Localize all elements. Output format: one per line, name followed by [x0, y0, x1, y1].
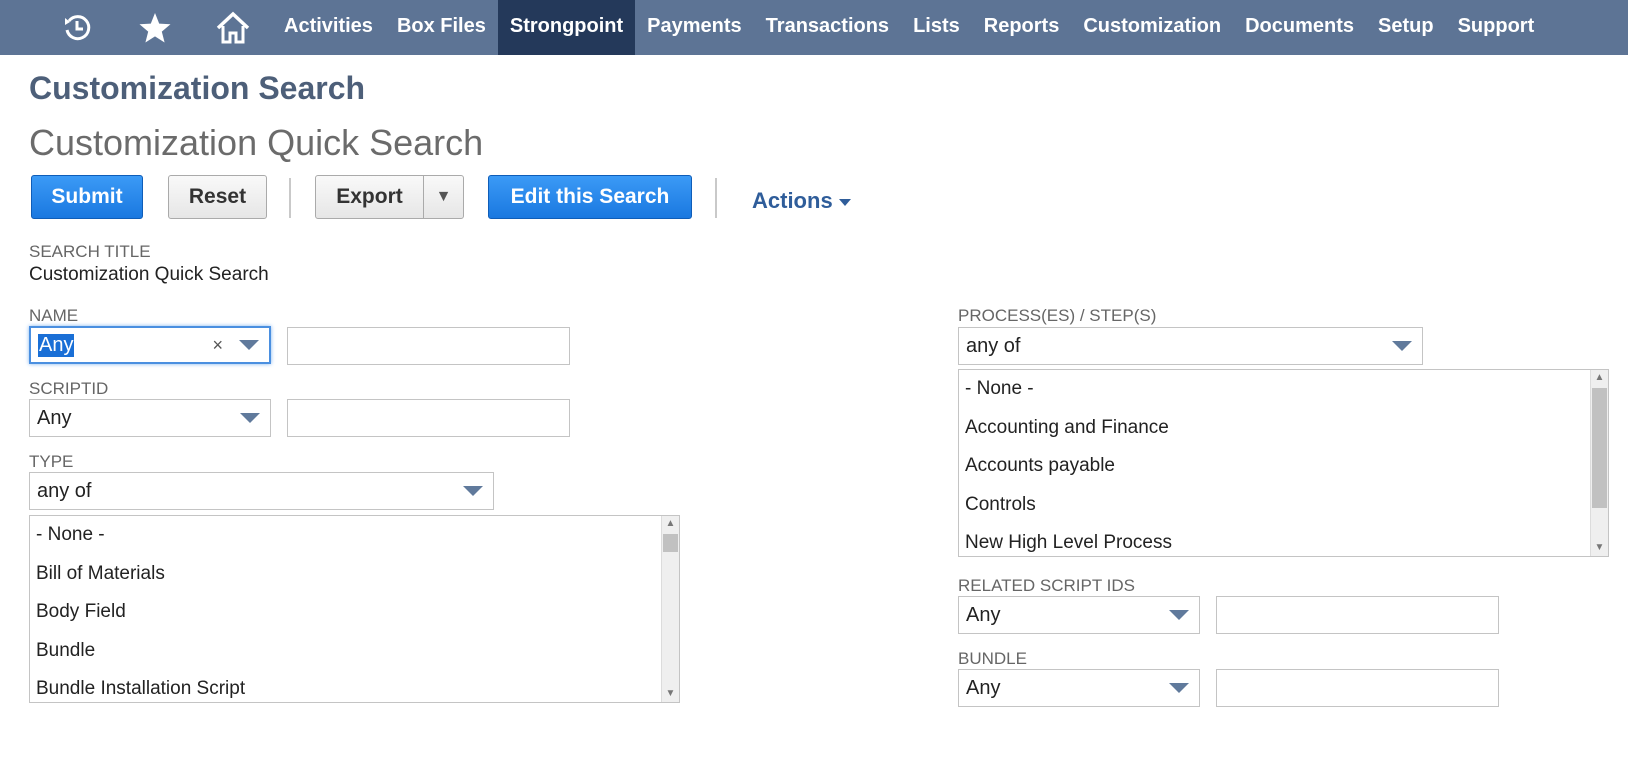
list-item[interactable]: Controls	[959, 486, 1608, 525]
type-scrollbar[interactable]: ▲ ▼	[661, 516, 679, 702]
scriptid-input[interactable]	[287, 399, 570, 437]
scroll-down-icon[interactable]: ▼	[1591, 540, 1608, 556]
export-button[interactable]: Export	[316, 176, 424, 218]
processes-listbox[interactable]: - None - Accounting and Finance Accounts…	[958, 369, 1609, 557]
chevron-down-icon	[1169, 683, 1189, 693]
chevron-down-icon	[1392, 341, 1412, 351]
chevron-down-icon	[239, 340, 259, 350]
scroll-thumb[interactable]	[1592, 388, 1607, 508]
search-title-label: SEARCH TITLE	[29, 242, 151, 261]
nav-box-files[interactable]: Box Files	[385, 0, 498, 55]
export-dropdown-icon[interactable]: ▼	[424, 176, 463, 218]
name-operator-select[interactable]: Any ×	[29, 326, 271, 364]
reset-button[interactable]: Reset	[168, 175, 267, 219]
related-script-ids-operator-select[interactable]: Any	[958, 596, 1200, 634]
scriptid-operator-select[interactable]: Any	[29, 399, 271, 437]
related-script-ids-input[interactable]	[1216, 596, 1499, 634]
name-input[interactable]	[287, 327, 570, 365]
scriptid-label: SCRIPTID	[29, 379, 109, 398]
submit-button[interactable]: Submit	[31, 175, 143, 219]
actions-menu[interactable]: Actions	[752, 188, 851, 214]
search-title-value: Customization Quick Search	[29, 264, 269, 285]
bundle-label: BUNDLE	[958, 649, 1027, 668]
list-item[interactable]: Accounts payable	[959, 447, 1608, 486]
nav-support[interactable]: Support	[1446, 0, 1547, 55]
scroll-down-icon[interactable]: ▼	[662, 686, 679, 702]
list-item[interactable]: Bundle	[30, 632, 679, 671]
toolbar-divider	[289, 178, 291, 218]
list-item[interactable]: - None -	[30, 516, 679, 555]
recent-icon[interactable]	[38, 0, 116, 55]
edit-search-button[interactable]: Edit this Search	[488, 175, 692, 219]
processes-operator-value: any of	[966, 334, 1021, 357]
type-operator-value: any of	[37, 479, 92, 502]
search-subtitle: Customization Quick Search	[29, 122, 484, 163]
processes-operator-select[interactable]: any of	[958, 327, 1423, 365]
type-operator-select[interactable]: any of	[29, 472, 494, 510]
chevron-down-icon	[463, 486, 483, 496]
scroll-thumb[interactable]	[663, 534, 678, 552]
nav-strongpoint[interactable]: Strongpoint	[497, 0, 636, 55]
list-item[interactable]: Body Field	[30, 593, 679, 632]
related-script-ids-operator-value: Any	[966, 603, 1001, 626]
caret-down-icon	[838, 199, 851, 206]
nav-customization[interactable]: Customization	[1071, 0, 1233, 55]
scroll-up-icon[interactable]: ▲	[1591, 370, 1608, 386]
chevron-down-icon	[240, 413, 260, 423]
nav-documents[interactable]: Documents	[1233, 0, 1366, 55]
top-nav: Activities Box Files Strongpoint Payment…	[0, 0, 1628, 55]
scriptid-operator-value: Any	[37, 406, 72, 429]
type-listbox[interactable]: - None - Bill of Materials Body Field Bu…	[29, 515, 680, 703]
home-icon[interactable]	[194, 0, 272, 55]
list-item[interactable]: Bill of Materials	[30, 555, 679, 594]
bundle-operator-value: Any	[966, 676, 1001, 699]
list-item[interactable]: Accounting and Finance	[959, 409, 1608, 448]
list-item[interactable]: New High Level Process	[959, 524, 1608, 556]
related-script-ids-label: RELATED SCRIPT IDS	[958, 576, 1135, 595]
toolbar-divider	[715, 178, 717, 218]
processes-scrollbar[interactable]: ▲ ▼	[1590, 370, 1608, 556]
clear-icon[interactable]: ×	[212, 333, 223, 357]
nav-payments[interactable]: Payments	[635, 0, 754, 55]
nav-setup[interactable]: Setup	[1366, 0, 1446, 55]
nav-lists[interactable]: Lists	[901, 0, 972, 55]
nav-reports[interactable]: Reports	[972, 0, 1072, 55]
type-label: TYPE	[29, 452, 74, 471]
page-title: Customization Search	[29, 70, 366, 106]
bundle-operator-select[interactable]: Any	[958, 669, 1200, 707]
scroll-up-icon[interactable]: ▲	[662, 516, 679, 532]
bundle-input[interactable]	[1216, 669, 1499, 707]
list-item[interactable]: Bundle Installation Script	[30, 670, 679, 702]
chevron-down-icon	[1169, 610, 1189, 620]
list-item[interactable]: - None -	[959, 370, 1608, 409]
star-icon[interactable]	[116, 0, 194, 55]
name-label: NAME	[29, 306, 79, 325]
nav-transactions[interactable]: Transactions	[754, 0, 901, 55]
name-operator-value: Any	[38, 333, 75, 357]
actions-label: Actions	[752, 188, 833, 213]
processes-label: PROCESS(ES) / STEP(S)	[958, 306, 1157, 325]
export-button-group: Export ▼	[315, 175, 464, 219]
nav-activities[interactable]: Activities	[272, 0, 385, 55]
